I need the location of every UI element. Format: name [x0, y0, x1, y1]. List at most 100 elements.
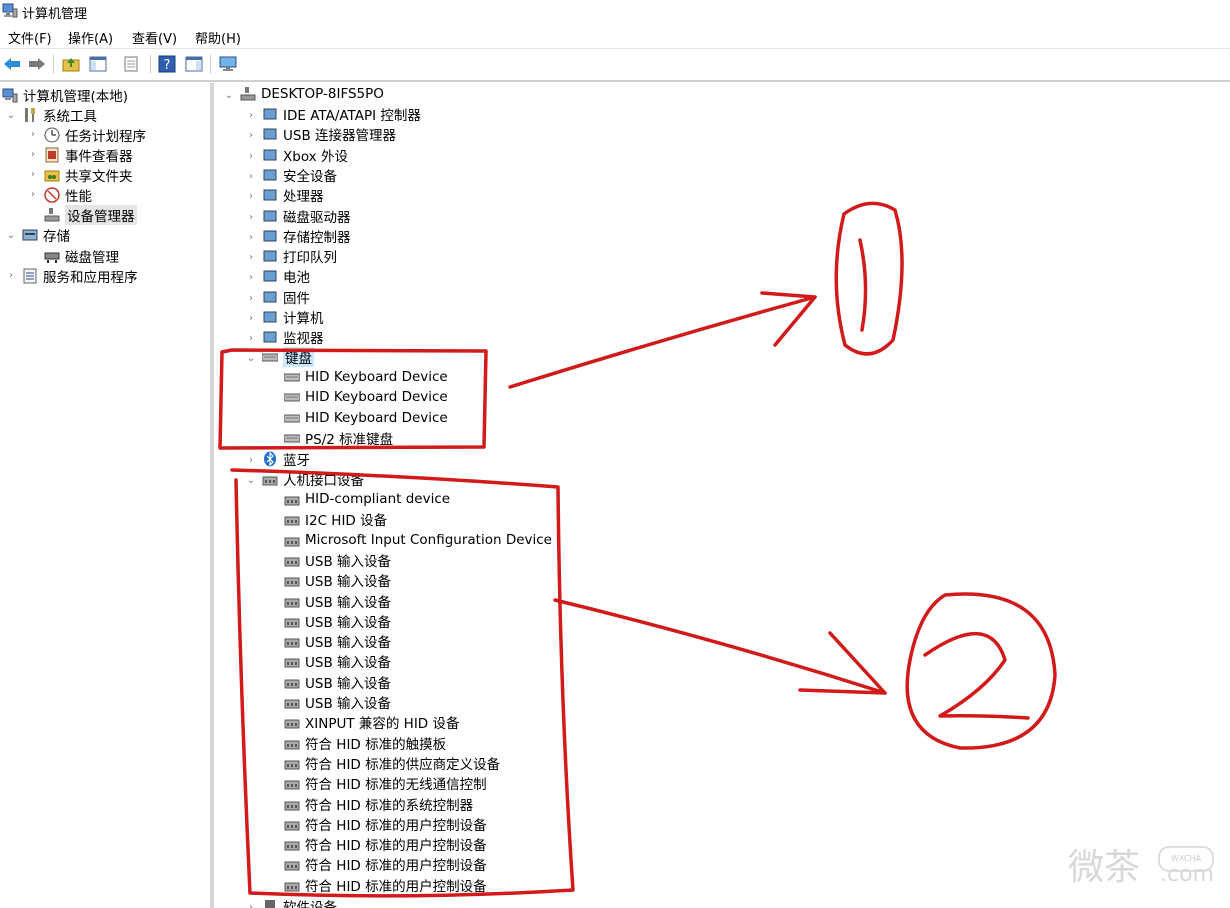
menu-view[interactable]: 查看(V): [132, 28, 177, 47]
hid-icon: [284, 801, 300, 810]
hid-device-item[interactable]: 符合 HID 标准的用户控制设备: [284, 834, 487, 854]
expand-chevron-icon[interactable]: ›: [246, 252, 256, 263]
expand-chevron-icon[interactable]: ›: [246, 130, 256, 141]
hid-icon: [262, 476, 278, 486]
action-pane-icon[interactable]: [184, 54, 204, 74]
hid-device-item[interactable]: USB 输入设备: [284, 672, 391, 692]
hid-device-item[interactable]: Microsoft Input Configuration Device: [284, 530, 552, 550]
hid-device-item[interactable]: USB 输入设备: [284, 651, 391, 671]
keyboard-device-item[interactable]: PS/2 标准键盘: [284, 428, 393, 448]
services-icon: [23, 268, 37, 284]
category-hid[interactable]: 人机接口设备: [262, 469, 364, 489]
monitor-icon[interactable]: [218, 54, 238, 74]
device-category[interactable]: 监视器: [262, 327, 324, 347]
hid-device-item[interactable]: 符合 HID 标准的无线通信控制: [284, 773, 487, 793]
expand-chevron-icon[interactable]: ›: [246, 191, 256, 202]
expand-chevron-icon[interactable]: ›: [28, 169, 38, 180]
hid-device-item[interactable]: HID-compliant device: [284, 489, 450, 509]
forward-arrow-icon[interactable]: [27, 54, 47, 74]
up-folder-icon[interactable]: [61, 54, 81, 74]
device-category[interactable]: 安全设备: [262, 165, 337, 185]
hid-device-item[interactable]: USB 输入设备: [284, 570, 391, 590]
show-tree-icon[interactable]: [88, 54, 108, 74]
help-icon[interactable]: ?: [157, 54, 177, 74]
expand-chevron-icon[interactable]: ›: [246, 902, 256, 908]
hid-device-item[interactable]: 符合 HID 标准的触摸板: [284, 733, 446, 753]
shared-folder-icon: [44, 170, 60, 182]
expand-chevron-icon[interactable]: ›: [246, 313, 256, 324]
tree-item-system-tools[interactable]: 系统工具: [22, 105, 97, 125]
tree-item-computer-management[interactable]: 计算机管理(本地): [2, 85, 128, 105]
hid-icon: [284, 841, 300, 851]
tree-item-event-viewer[interactable]: 事件查看器: [44, 145, 133, 165]
tree-item-services[interactable]: 服务和应用程序: [22, 266, 138, 286]
hid-device-item[interactable]: 符合 HID 标准的用户控制设备: [284, 814, 487, 834]
expand-chevron-icon[interactable]: ›: [246, 110, 256, 121]
tree-item-task-scheduler[interactable]: 任务计划程序: [44, 125, 146, 145]
device-category[interactable]: 固件: [262, 287, 310, 307]
expand-chevron-icon[interactable]: ›: [246, 293, 256, 304]
category-bluetooth[interactable]: 蓝牙: [262, 449, 310, 469]
menu-action[interactable]: 操作(A): [68, 28, 113, 47]
expand-chevron-icon[interactable]: ›: [28, 189, 38, 200]
device-category[interactable]: 电池: [262, 266, 310, 286]
tree-item-shared-folders[interactable]: 共享文件夹: [44, 165, 133, 185]
computer-icon: [263, 311, 277, 323]
toolbar: ?: [0, 48, 1230, 79]
device-category[interactable]: 计算机: [262, 307, 324, 327]
menu-help[interactable]: 帮助(H): [195, 28, 241, 47]
expand-chevron-icon[interactable]: ›: [6, 270, 16, 281]
device-category[interactable]: 磁盘驱动器: [262, 206, 351, 226]
category-keyboard[interactable]: 键盘: [262, 347, 314, 367]
tree-item-performance[interactable]: 性能: [44, 185, 92, 205]
hid-device-item[interactable]: USB 输入设备: [284, 692, 391, 712]
expand-chevron-icon[interactable]: ›: [246, 232, 256, 243]
expand-chevron-icon[interactable]: ›: [246, 212, 256, 223]
keyboard-device-item[interactable]: HID Keyboard Device: [284, 408, 448, 428]
hid-device-item[interactable]: USB 输入设备: [284, 631, 391, 651]
expand-chevron-icon[interactable]: ›: [28, 149, 38, 160]
expand-chevron-icon[interactable]: ›: [246, 272, 256, 283]
tree-item-storage[interactable]: 存储: [22, 225, 70, 245]
back-arrow-icon[interactable]: [2, 54, 22, 74]
keyboard-device-item[interactable]: HID Keyboard Device: [284, 387, 448, 407]
hid-device-item[interactable]: USB 输入设备: [284, 611, 391, 631]
computer-icon: [240, 87, 256, 101]
keyboard-device-item[interactable]: HID Keyboard Device: [284, 367, 448, 387]
hid-device-item[interactable]: 符合 HID 标准的用户控制设备: [284, 875, 487, 895]
menu-file[interactable]: 文件(F): [8, 28, 52, 47]
device-category[interactable]: Xbox 外设: [262, 145, 348, 165]
hid-icon: [284, 557, 300, 567]
expand-chevron-icon[interactable]: ›: [246, 333, 256, 344]
expand-chevron-icon[interactable]: ⌄: [6, 230, 16, 241]
expand-chevron-icon[interactable]: ⌄: [224, 90, 234, 101]
expand-chevron-icon[interactable]: ›: [246, 171, 256, 182]
expand-chevron-icon[interactable]: ›: [28, 129, 38, 140]
device-category[interactable]: 打印队列: [262, 246, 337, 266]
device-category[interactable]: IDE ATA/ATAPI 控制器: [262, 104, 421, 124]
hid-device-item[interactable]: 符合 HID 标准的供应商定义设备: [284, 753, 500, 773]
collapse-chevron-icon[interactable]: ⌄: [246, 475, 256, 486]
keyboard-icon: [284, 393, 300, 402]
expand-chevron-icon[interactable]: ⌄: [6, 110, 16, 121]
hid-device-item[interactable]: 符合 HID 标准的系统控制器: [284, 794, 473, 814]
hid-device-item[interactable]: I2C HID 设备: [284, 509, 387, 529]
category-software-devices[interactable]: 软件设备: [262, 896, 337, 908]
hid-icon: [284, 658, 300, 668]
hid-device-item[interactable]: 符合 HID 标准的用户控制设备: [284, 854, 487, 874]
device-category[interactable]: 存储控制器: [262, 226, 351, 246]
hid-device-item[interactable]: USB 输入设备: [284, 591, 391, 611]
tree-item-device-manager[interactable]: 设备管理器: [44, 205, 137, 225]
expand-chevron-icon[interactable]: ›: [246, 151, 256, 162]
expand-chevron-icon[interactable]: ›: [246, 455, 256, 466]
device-category[interactable]: 处理器: [262, 185, 324, 205]
device-category[interactable]: USB 连接器管理器: [262, 124, 396, 144]
collapse-chevron-icon[interactable]: ⌄: [246, 353, 256, 364]
device-tree-root[interactable]: DESKTOP-8IFS5PO: [240, 84, 384, 104]
tree-item-disk-management[interactable]: 磁盘管理: [44, 246, 119, 266]
hid-icon: [284, 780, 300, 790]
firmware-icon: [263, 291, 277, 303]
hid-device-item[interactable]: USB 输入设备: [284, 550, 391, 570]
properties-icon[interactable]: [121, 54, 141, 74]
hid-device-item[interactable]: XINPUT 兼容的 HID 设备: [284, 712, 460, 732]
